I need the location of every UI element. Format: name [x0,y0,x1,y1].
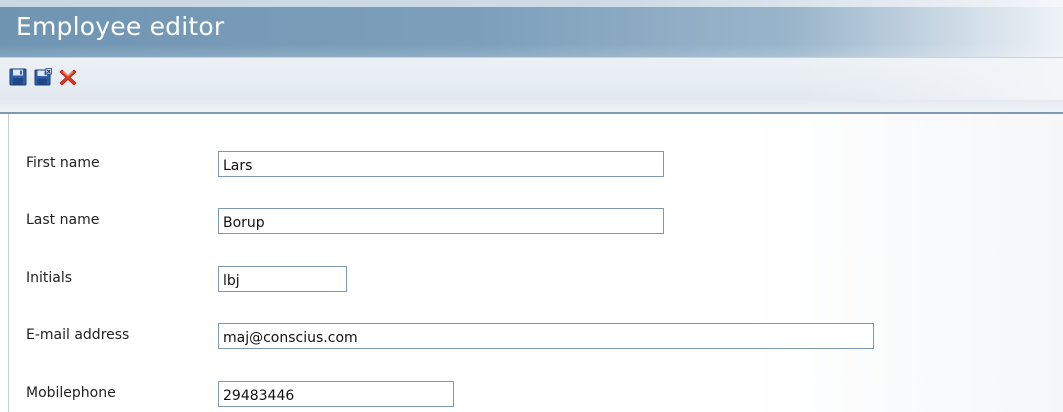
initials-field[interactable] [218,266,347,292]
first-name-field[interactable] [218,151,664,177]
last-name-label: Last name [26,212,100,228]
toolbar-fade [803,58,1063,101]
red-x-icon [59,68,77,86]
mobilephone-label: Mobilephone [26,385,116,401]
employee-editor-window: Employee editor First name Lars Last nam… [0,0,1063,412]
floppy-disk-close-icon [34,68,52,86]
mobilephone-field[interactable] [218,381,454,407]
title-bar: Employee editor [0,0,1063,57]
save-and-close-button[interactable] [34,68,52,86]
last-name-field[interactable] [218,208,664,234]
cancel-button[interactable] [59,68,77,86]
floppy-disk-icon [9,68,27,86]
employee-form: First name Last name Initials E-mail add… [8,114,1063,412]
email-label: E-mail address [26,327,130,343]
toolbar-divider-shade [0,100,1063,112]
initials-label: Initials [26,270,73,286]
window-title: Employee editor [16,12,225,41]
first-name-label: First name [26,155,100,171]
toolbar [0,57,1063,101]
email-field[interactable] [218,323,874,349]
save-button[interactable] [9,68,27,86]
